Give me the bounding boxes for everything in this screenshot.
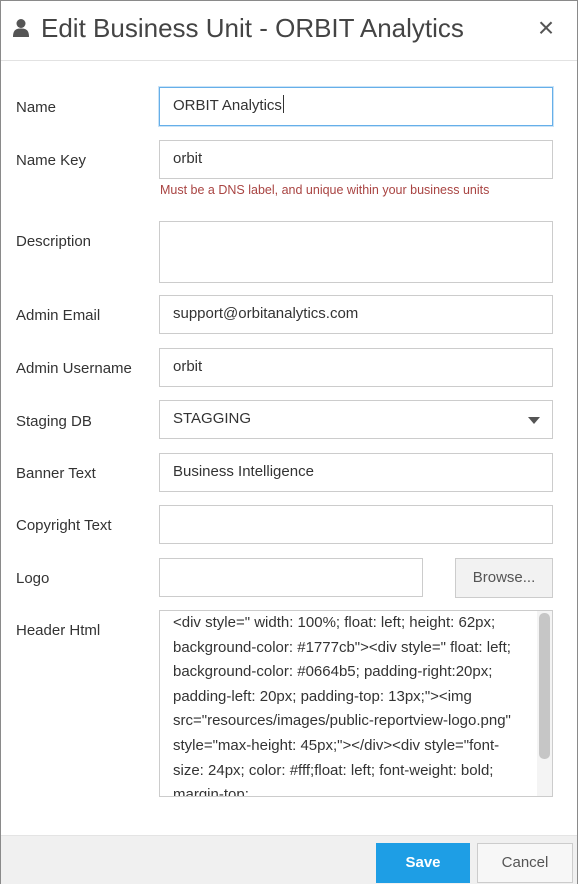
copyright-text-label: Copyright Text (16, 517, 112, 534)
logo-file-input[interactable] (159, 558, 423, 597)
admin-username-label: Admin Username (16, 360, 132, 377)
user-icon (13, 19, 29, 37)
name-key-label: Name Key (16, 152, 87, 169)
name-key-help-text: Must be a DNS label, and unique within y… (160, 183, 490, 197)
edit-business-unit-dialog: Edit Business Unit - ORBIT Analytics × N… (0, 0, 578, 884)
header-html-textarea[interactable]: <div style=" width: 100%; float: left; h… (159, 610, 553, 797)
logo-label: Logo (16, 570, 50, 587)
admin-email-input[interactable]: support@orbitanalytics.com (159, 295, 553, 334)
browse-button[interactable]: Browse... (455, 558, 553, 598)
dialog-title: Edit Business Unit - ORBIT Analytics (41, 13, 464, 43)
scrollbar-thumb[interactable] (539, 613, 550, 759)
description-label: Description (16, 233, 92, 250)
banner-text-label: Banner Text (16, 465, 96, 482)
close-icon[interactable]: × (535, 14, 557, 42)
save-button[interactable]: Save (376, 843, 470, 883)
header-html-label: Header Html (16, 622, 101, 639)
header-html-scrollbar[interactable] (537, 611, 552, 796)
dialog-header: Edit Business Unit - ORBIT Analytics × (1, 1, 577, 61)
staging-db-value: STAGGING (173, 410, 252, 427)
name-input[interactable]: ORBIT Analytics (159, 87, 553, 126)
admin-email-label: Admin Email (16, 307, 101, 324)
cancel-button[interactable]: Cancel (477, 843, 573, 883)
name-value: ORBIT Analytics (173, 97, 282, 114)
chevron-down-icon (528, 417, 540, 424)
description-textarea[interactable] (159, 221, 553, 283)
admin-username-input[interactable]: orbit (159, 348, 553, 387)
text-cursor (282, 95, 284, 113)
staging-db-select[interactable]: STAGGING (159, 400, 553, 439)
name-key-input[interactable]: orbit (159, 140, 553, 179)
copyright-text-input[interactable] (159, 505, 553, 544)
header-html-value: <div style=" width: 100%; float: left; h… (173, 614, 511, 797)
name-label: Name (16, 99, 57, 116)
banner-text-input[interactable]: Business Intelligence (159, 453, 553, 492)
staging-db-label: Staging DB (16, 413, 92, 430)
